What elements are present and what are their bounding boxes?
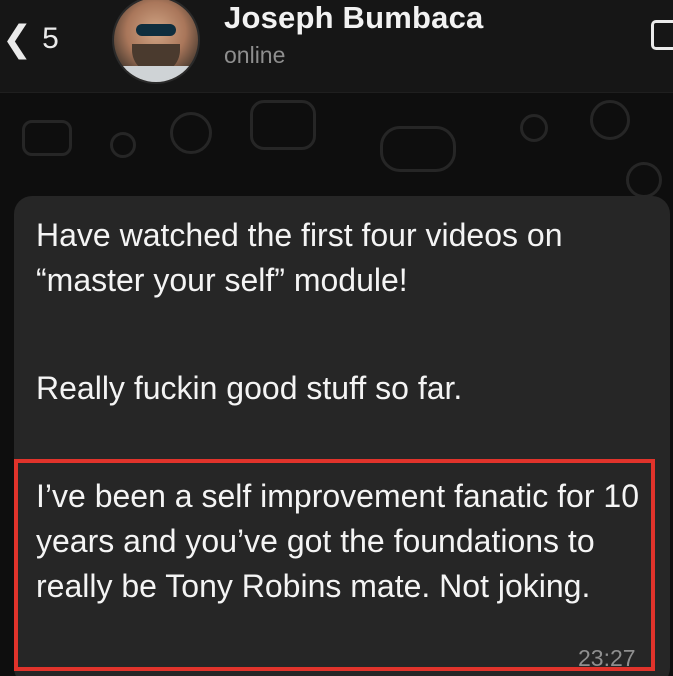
message-paragraph: Have watched the first four videos on “m… [36,217,563,298]
chevron-left-icon: ❮ [2,18,33,59]
contact-name[interactable]: Joseph Bumbaca [224,0,484,36]
doodle-decoration [170,112,212,154]
doodle-decoration [250,100,316,150]
message-paragraph: Really fuckin good stuff so far. [36,370,463,406]
doodle-decoration [380,126,456,172]
highlight-box [14,459,655,671]
doodle-decoration [110,132,136,158]
chat-screen: ❮ 5 Joseph Bumbaca online Have watched t… [0,0,673,676]
unread-count: 5 [42,22,59,55]
message-timestamp: 23:27 [578,645,636,671]
shirt-graphic [114,66,198,82]
doodle-decoration [590,100,630,140]
sunglasses-graphic [136,24,176,36]
avatar[interactable] [112,0,200,84]
back-button[interactable]: ❮ 5 [0,0,59,78]
doodle-decoration [626,162,662,198]
doodle-decoration [22,120,72,156]
presence-status: online [224,42,286,68]
chat-header: ❮ 5 Joseph Bumbaca online [0,0,673,93]
window-icon[interactable] [651,20,673,50]
doodle-decoration [520,114,548,142]
